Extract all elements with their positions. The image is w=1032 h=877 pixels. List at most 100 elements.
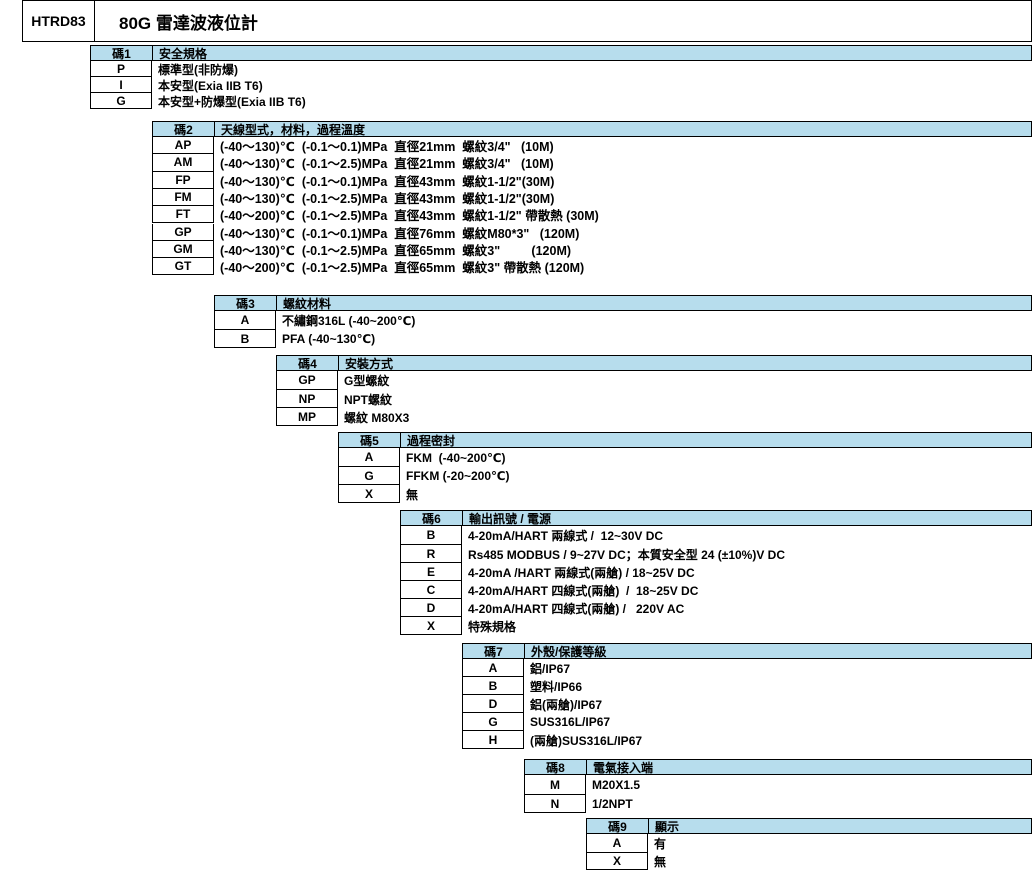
option-code: E: [400, 563, 462, 581]
section-code-label: 碼9: [587, 819, 649, 834]
section-header: 碼2 天線型式，材料，過程溫度: [152, 121, 1032, 137]
section-header: 碼7 外殼/保護等級: [462, 643, 1032, 659]
option-row: E 4-20mA /HART 兩線式(兩艙) / 18~25V DC: [400, 563, 1032, 581]
option-row: C 4-20mA/HART 四線式(兩艙) / 18~25V DC: [400, 581, 1032, 599]
option-row: FT (-40～200)℃ (-0.1～2.5)MPa 直徑43mm 螺紋1-1/…: [152, 206, 1032, 224]
option-description: 鋁/IP67: [530, 661, 571, 676]
option-code: NP: [276, 390, 338, 408]
section-title: 顯示: [655, 819, 680, 834]
option-row: R Rs485 MODBUS / 9~27V DC；本質安全型 24 (±10%)…: [400, 545, 1032, 563]
option-code: X: [338, 485, 400, 503]
option-description: (-40～130)℃ (-0.1～2.5)MPa 直徑43mm 螺紋1-1/2"…: [220, 192, 555, 207]
section-title: 電氣接入端: [593, 760, 654, 775]
code-section-5: 碼5 過程密封 A FKM (-40~200℃) G FFKM (-20~200℃) X 無: [338, 432, 1032, 503]
option-description: FKM (-40~200℃): [406, 450, 506, 465]
option-description: 4-20mA/HART 四線式(兩艙) / 220V AC: [468, 601, 685, 616]
option-description: 螺紋 M80X3: [344, 410, 410, 425]
code-section-4: 碼4 安裝方式 GP G型螺紋 NP NPT螺紋 MP 螺紋 M80X3: [276, 355, 1032, 426]
option-description: 本安型(Exia IIB T6): [158, 78, 263, 93]
option-code: A: [338, 448, 400, 467]
section-header: 碼5 過程密封: [338, 432, 1032, 448]
option-row: D 4-20mA/HART 四線式(兩艙) / 220V AC: [400, 599, 1032, 617]
option-code: M: [524, 775, 586, 795]
option-description: (-40～130)℃ (-0.1～0.1)MPa 直徑76mm 螺紋M80*3"…: [220, 226, 580, 241]
option-code: R: [400, 545, 462, 563]
option-code: MP: [276, 408, 338, 426]
option-row: G FFKM (-20~200℃): [338, 467, 1032, 485]
option-row: B 塑料/IP66: [462, 677, 1032, 695]
code-section-7: 碼7 外殼/保護等級 A 鋁/IP67 B 塑料/IP66 D 鋁(兩艙)/IP67 G SUS3…: [462, 643, 1032, 749]
option-code: P: [90, 61, 152, 77]
option-description: 標準型(非防爆): [158, 62, 238, 77]
option-row: A 鋁/IP67: [462, 659, 1032, 677]
option-row: B PFA (-40~130℃): [214, 330, 1032, 348]
model-header: HTRD83 80G 雷達波液位計: [22, 0, 1032, 42]
option-code: A: [586, 834, 648, 853]
option-row: GP (-40～130)℃ (-0.1～0.1)MPa 直徑76mm 螺紋M80*…: [152, 223, 1032, 241]
option-row: GM (-40～130)℃ (-0.1～2.5)MPa 直徑65mm 螺紋3" (…: [152, 240, 1032, 259]
code-section-2: 碼2 天線型式，材料，過程溫度 AP (-40～130)℃ (-0.1～0.1)MPa…: [152, 121, 1032, 276]
option-description: PFA (-40~130℃): [282, 332, 376, 346]
section-header: 碼9 顯示: [586, 818, 1032, 834]
option-description: 1/2NPT: [592, 797, 633, 811]
option-code: G: [338, 467, 400, 485]
option-code: C: [400, 581, 462, 599]
option-row: M M20X1.5: [524, 775, 1032, 795]
option-code: X: [586, 853, 648, 870]
option-description: 無: [406, 487, 419, 502]
option-code: D: [462, 695, 524, 713]
code-section-8: 碼8 電氣接入端 M M20X1.5 N 1/2NPT: [524, 759, 1032, 813]
section-code-label: 碼6: [401, 511, 463, 526]
option-code: H: [462, 731, 524, 749]
option-description: M20X1.5: [592, 778, 641, 792]
option-row: G 本安型+防爆型(Exia IIB T6): [90, 93, 1032, 109]
section-code-label: 碼7: [463, 644, 525, 659]
code-section-3: 碼3 螺紋材料 A 不繡鋼316L (-40~200℃) B PFA (-40~130℃): [214, 295, 1032, 348]
option-code: N: [524, 795, 586, 813]
option-code: A: [462, 659, 524, 677]
section-code-label: 碼5: [339, 433, 401, 448]
option-code: GT: [152, 258, 214, 276]
option-code: FM: [152, 188, 214, 207]
section-code-label: 碼1: [91, 46, 153, 61]
option-code: B: [214, 330, 276, 348]
option-description: 不繡鋼316L (-40~200℃): [282, 314, 416, 328]
section-code-label: 碼4: [277, 356, 339, 371]
option-description: 特殊規格: [468, 619, 517, 634]
option-code: GM: [152, 240, 214, 259]
section-title: 安全規格: [159, 46, 208, 61]
section-header: 碼1 安全規格: [90, 45, 1032, 61]
section-header: 碼4 安裝方式: [276, 355, 1032, 371]
option-code: D: [400, 599, 462, 617]
model-code: HTRD83: [23, 1, 95, 41]
option-description: 塑料/IP66: [530, 679, 583, 694]
code-section-9: 碼9 顯示 A 有 X 無: [586, 818, 1032, 870]
option-row: X 特殊規格: [400, 617, 1032, 635]
option-code: B: [462, 677, 524, 695]
option-description: 有: [654, 837, 667, 851]
option-description: (兩艙)SUS316L/IP67: [530, 733, 643, 748]
option-row: FM (-40～130)℃ (-0.1～2.5)MPa 直徑43mm 螺紋1-1/…: [152, 188, 1032, 207]
option-description: 本安型+防爆型(Exia IIB T6): [158, 94, 306, 109]
option-description: (-40～200)℃ (-0.1～2.5)MPa 直徑43mm 螺紋1-1/2"…: [220, 209, 599, 224]
option-row: G SUS316L/IP67: [462, 713, 1032, 731]
section-title: 安裝方式: [345, 356, 394, 371]
option-row: P 標準型(非防爆): [90, 61, 1032, 77]
option-description: G型螺紋: [344, 374, 390, 388]
option-row: NP NPT螺紋: [276, 390, 1032, 408]
option-row: I 本安型(Exia IIB T6): [90, 77, 1032, 93]
option-description: 無: [654, 855, 667, 869]
option-code: G: [462, 713, 524, 731]
option-description: (-40～130)℃ (-0.1～2.5)MPa 直徑65mm 螺紋3" (12…: [220, 243, 572, 258]
option-row: FP (-40～130)℃ (-0.1～0.1)MPa 直徑43mm 螺紋1-1/…: [152, 171, 1032, 189]
option-description: 4-20mA/HART 兩線式 / 12~30V DC: [468, 529, 664, 543]
option-description: (-40～200)℃ (-0.1～2.5)MPa 直徑65mm 螺紋3" 帶散熱…: [220, 261, 585, 276]
option-code: X: [400, 617, 462, 635]
section-title: 輸出訊號 / 電源: [469, 511, 552, 526]
option-code: GP: [152, 223, 214, 241]
option-row: H (兩艙)SUS316L/IP67: [462, 731, 1032, 749]
option-code: B: [400, 526, 462, 545]
option-description: 鋁(兩艙)/IP67: [530, 697, 603, 712]
option-description: FFKM (-20~200℃): [406, 469, 510, 483]
option-code: FT: [152, 206, 214, 224]
